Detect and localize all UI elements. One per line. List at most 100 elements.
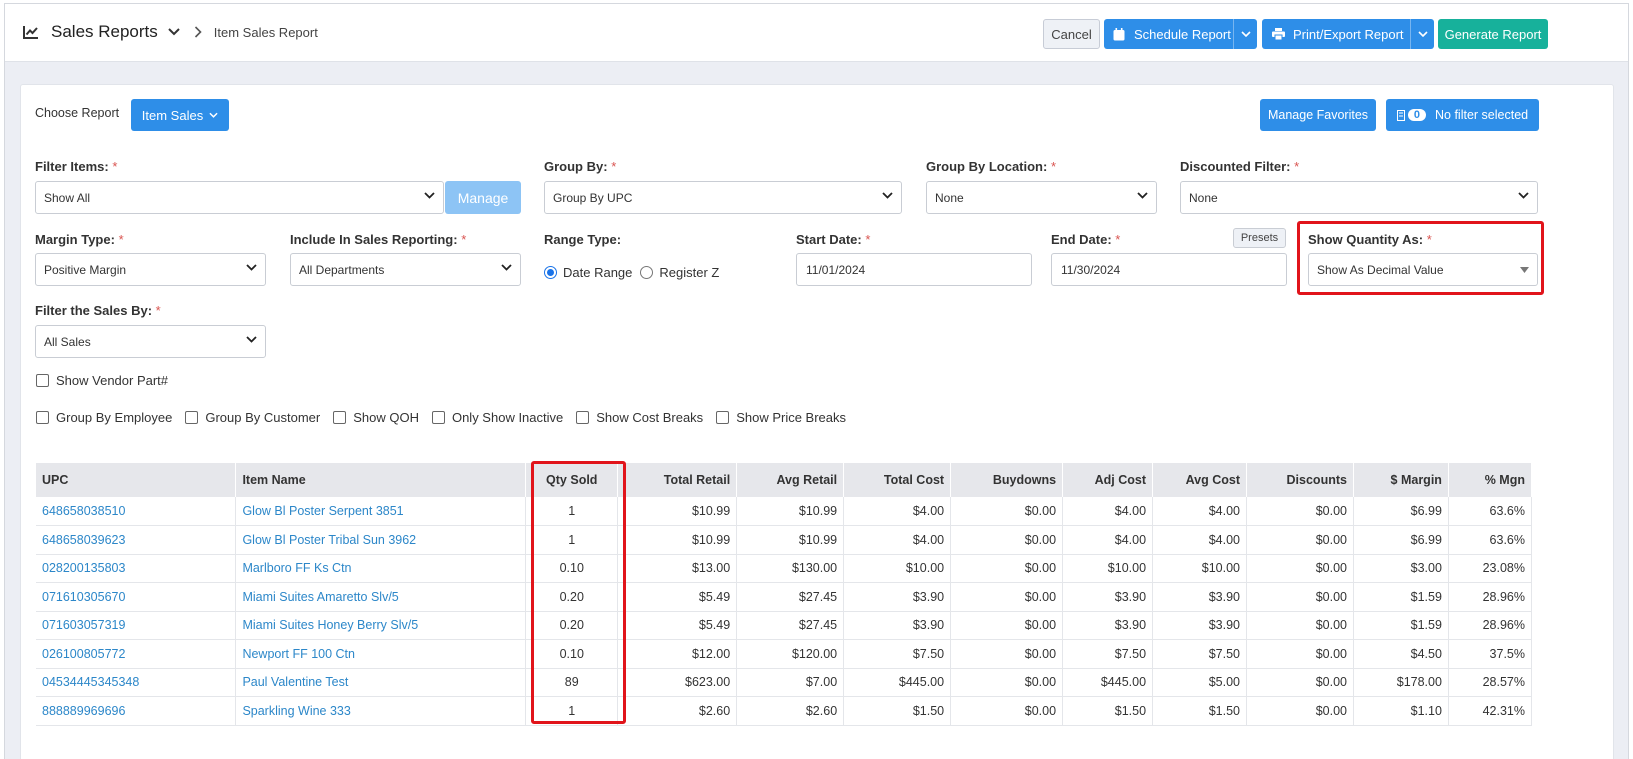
cancel-button[interactable]: Cancel [1043,19,1100,49]
col-header-discounts[interactable]: Discounts [1246,463,1354,497]
upc-link[interactable]: 071610305670 [36,582,237,612]
upc-link[interactable]: 888889969696 [36,696,237,726]
chevron-down-icon [882,192,893,199]
upc-link[interactable]: 028200135803 [36,554,237,583]
start-date-label: Start Date: * [796,232,871,247]
show-cost-breaks-checkbox[interactable]: Show Cost Breaks [576,410,703,425]
col-header-upc[interactable]: UPC [36,463,237,497]
table-cell: $3.90 [1062,582,1154,612]
upc-link[interactable]: 04534445345348 [36,668,237,697]
group-by-select[interactable]: Group By UPC [544,181,902,214]
include-in-sales-select[interactable]: All Departments [290,253,521,286]
range-type-group: Date Range Register Z [544,265,727,280]
upc-link[interactable]: 648658039623 [36,525,237,555]
table-cell: $4.50 [1353,639,1449,669]
schedule-report-button[interactable]: Schedule Report [1104,19,1257,49]
table-cell: $4.00 [843,497,952,526]
schedule-dropdown-toggle[interactable] [1233,19,1257,49]
col-header-total-cost[interactable]: Total Cost [843,463,952,497]
end-date-input[interactable]: 11/30/2024 [1051,253,1287,286]
checkbox-icon [333,411,347,424]
date-range-radio[interactable]: Date Range [544,265,632,280]
choose-report-dropdown[interactable]: Item Sales [131,99,229,131]
start-date-input[interactable]: 11/01/2024 [796,253,1032,286]
item-name-link[interactable]: Newport FF 100 Ctn [235,639,527,669]
col-header-avg-cost[interactable]: Avg Cost [1152,463,1247,497]
col-header-dollar-margin[interactable]: $ Margin [1353,463,1449,497]
group-by-customer-checkbox[interactable]: Group By Customer [185,410,320,425]
chevron-down-icon[interactable] [168,28,180,36]
table-cell: $130.00 [736,554,845,583]
show-qoh-checkbox[interactable]: Show QOH [333,410,419,425]
table-cell: $10.99 [736,525,845,555]
table-cell: $1.10 [1353,696,1449,726]
checkbox-icon [431,411,445,424]
item-name-link[interactable]: Glow Bl Poster Tribal Sun 3962 [235,525,527,555]
show-vendor-part-checkbox[interactable]: Show Vendor Part# [36,373,168,388]
show-quantity-select[interactable]: Show As Decimal Value [1308,253,1538,286]
chart-line-icon [23,26,38,39]
page-title: Sales Reports [51,22,158,41]
group-by-employee-checkbox[interactable]: Group By Employee [36,410,172,425]
group-by-label: Group By: * [544,159,617,174]
table-cell: $4.00 [1152,497,1247,526]
upc-link[interactable]: 071603057319 [36,611,237,640]
show-price-breaks-checkbox[interactable]: Show Price Breaks [716,410,846,425]
report-card: Choose Report Item Sales Manage Favorite… [20,84,1614,759]
print-dropdown-toggle[interactable] [1410,19,1434,49]
table-cell: $1.50 [843,696,952,726]
upc-link[interactable]: 648658038510 [36,497,237,526]
group-by-location-label: Group By Location: * [926,159,1057,174]
item-name-link[interactable]: Glow Bl Poster Serpent 3851 [235,497,527,526]
discounted-filter-value: None [1189,190,1218,205]
table-header-row: UPC Item Name Qty Sold Total Retail Avg … [36,463,1533,497]
table-cell: $0.00 [950,525,1064,555]
table-cell: $10.99 [617,497,738,526]
show-vendor-part-label: Show Vendor Part# [56,373,169,388]
col-header-buydowns[interactable]: Buydowns [950,463,1064,497]
table-cell: $10.00 [1062,554,1154,583]
margin-type-select[interactable]: Positive Margin [35,253,266,286]
filter-icon [1396,109,1405,121]
col-header-qty-sold[interactable]: Qty Sold [525,463,619,497]
print-export-button[interactable]: Print/Export Report [1262,19,1434,49]
manage-button[interactable]: Manage [445,181,521,214]
item-name-link[interactable]: Sparkling Wine 333 [235,696,527,726]
margin-type-label: Margin Type: * [35,232,124,247]
date-range-label: Date Range [563,265,633,280]
register-z-radio[interactable]: Register Z [640,265,719,280]
item-name-link[interactable]: Paul Valentine Test [235,668,527,697]
table-cell: $5.49 [617,582,738,612]
show-quantity-label: Show Quantity As: * [1308,232,1432,247]
item-name-link[interactable]: Miami Suites Amaretto Slv/5 [235,582,527,612]
col-header-pct-margin[interactable]: % Mgn [1448,463,1533,497]
col-header-adj-cost[interactable]: Adj Cost [1062,463,1154,497]
item-name-link[interactable]: Miami Suites Honey Berry Slv/5 [235,611,527,640]
col-header-avg-retail[interactable]: Avg Retail [736,463,845,497]
only-show-inactive-label: Only Show Inactive [451,410,564,425]
table-cell: $0.00 [1246,582,1354,612]
table-cell: $5.00 [1152,668,1247,697]
generate-report-button[interactable]: Generate Report [1438,19,1548,49]
group-by-location-select[interactable]: None [926,181,1157,214]
table-cell: $0.00 [1246,611,1354,640]
qty-sold-cell: 1 [525,497,619,526]
col-header-total-retail[interactable]: Total Retail [617,463,738,497]
filter-sales-by-select[interactable]: All Sales [35,325,266,358]
filter-items-select[interactable]: Show All [35,181,444,214]
col-header-item-name[interactable]: Item Name [235,463,527,497]
presets-button[interactable]: Presets [1233,228,1286,248]
table-cell: 37.5% [1448,639,1533,669]
only-show-inactive-checkbox[interactable]: Only Show Inactive [431,410,564,425]
discounted-filter-select[interactable]: None [1180,181,1538,214]
manage-favorites-button[interactable]: Manage Favorites [1260,99,1376,131]
item-name-link[interactable]: Marlboro FF Ks Ctn [235,554,527,583]
table-cell: $10.00 [1152,554,1247,583]
upc-link[interactable]: 026100805772 [36,639,237,669]
table-cell: 23.08% [1448,554,1533,583]
register-z-label: Register Z [659,265,720,280]
table-row: 648658039623 Glow Bl Poster Tribal Sun 39… [36,525,1533,555]
calendar-icon [1113,27,1125,40]
filter-status-button[interactable]: 0 No filter selected [1386,99,1539,131]
table-cell: $13.00 [617,554,738,583]
